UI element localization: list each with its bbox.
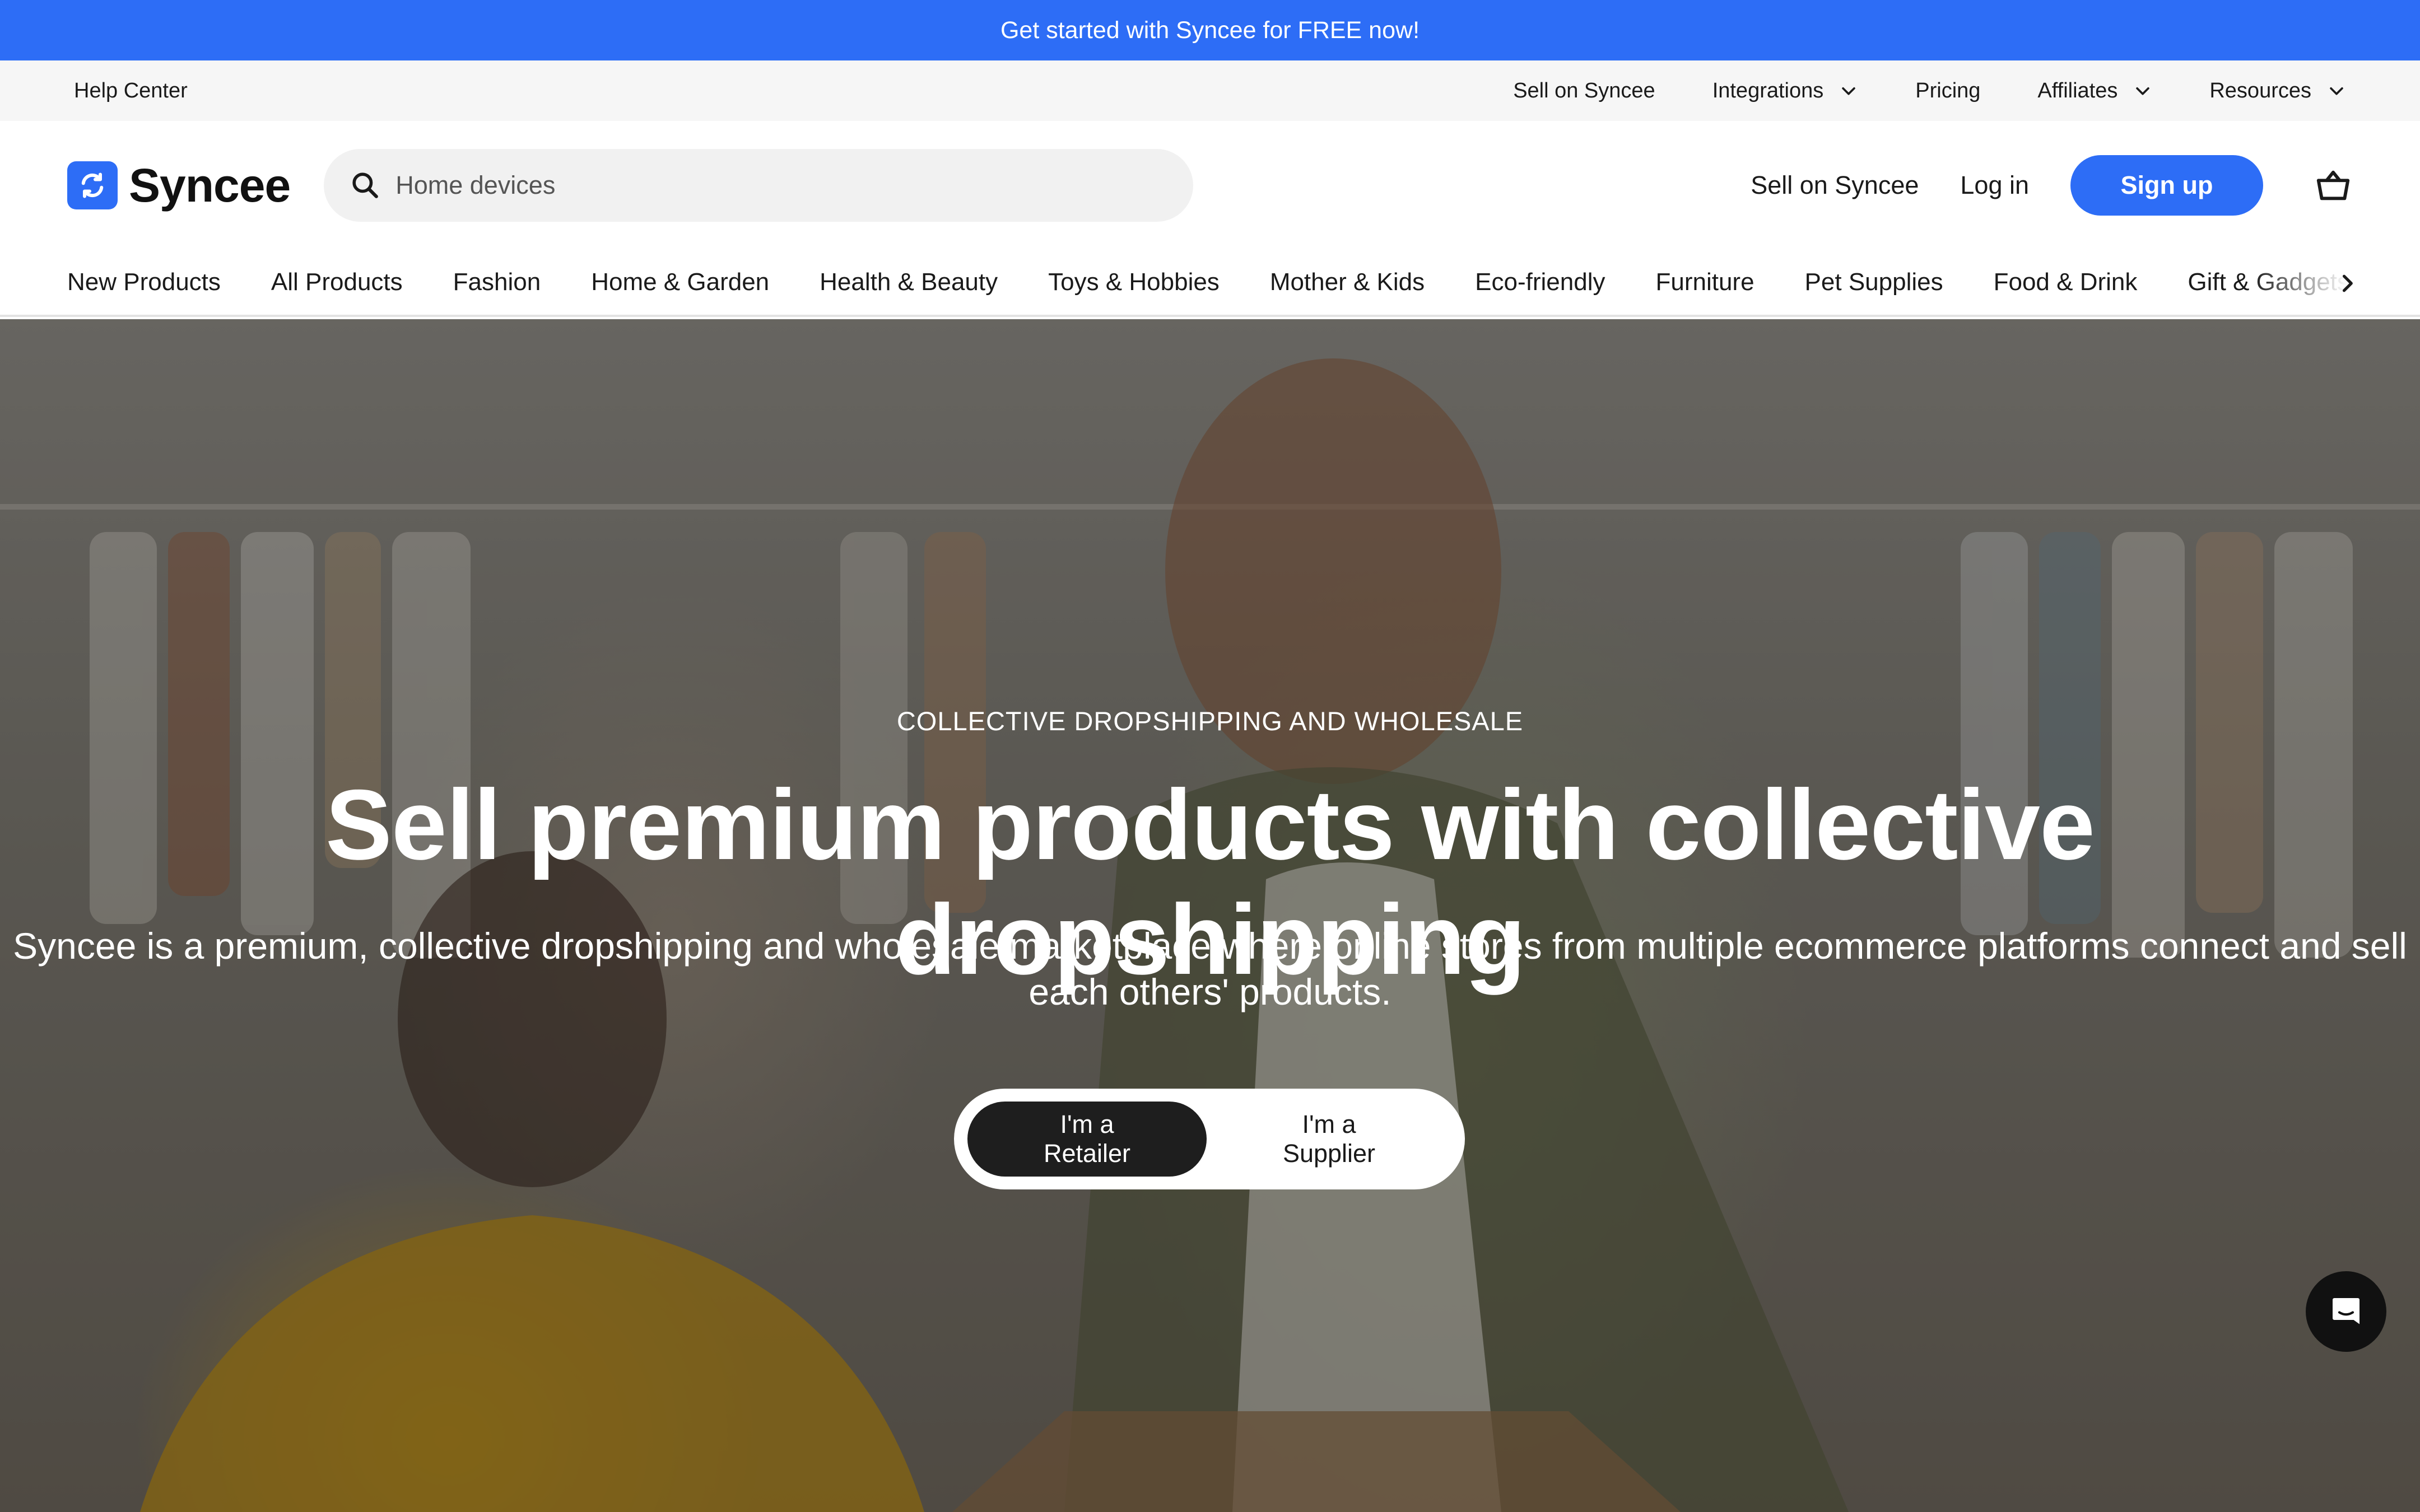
utility-item-label: Sell on Syncee: [1513, 78, 1655, 102]
help-center-link[interactable]: Help Center: [74, 79, 188, 103]
search-bar[interactable]: [324, 149, 1194, 222]
logo-wordmark: Syncee: [129, 158, 291, 212]
supplier-button[interactable]: I'm a Supplier: [1207, 1102, 1451, 1177]
utility-item-label: Resources: [2209, 78, 2311, 102]
promo-text: Get started with Syncee for FREE now!: [1000, 16, 1420, 44]
signup-button[interactable]: Sign up: [2070, 155, 2263, 216]
utility-resources[interactable]: Resources: [2209, 79, 2346, 103]
hero-eyebrow: COLLECTIVE DROPSHIPPING AND WHOLESALE: [896, 706, 1524, 736]
utility-pricing[interactable]: Pricing: [1915, 79, 1980, 103]
search-icon: [352, 172, 379, 198]
category-mother-kids[interactable]: Mother & Kids: [1270, 268, 1425, 296]
header-actions: Sell on Syncee Log in Sign up: [1751, 155, 2353, 216]
sync-logo-icon: [67, 161, 118, 209]
utility-item-label: Affiliates: [2037, 78, 2118, 102]
retailer-button[interactable]: I'm a Retailer: [967, 1102, 1207, 1177]
category-food-drink[interactable]: Food & Drink: [1994, 268, 2138, 296]
chevron-down-icon: [2136, 87, 2150, 95]
syncee-logo[interactable]: Syncee: [67, 158, 291, 213]
hero-subline: Syncee is a premium, collective dropship…: [13, 925, 2407, 1012]
chevron-down-icon: [2330, 87, 2343, 95]
utility-sell-on-syncee[interactable]: Sell on Syncee: [1513, 79, 1655, 103]
category-home-garden[interactable]: Home & Garden: [591, 268, 769, 296]
category-eco-friendly[interactable]: Eco-friendly: [1475, 268, 1605, 296]
utility-item-label: Pricing: [1915, 78, 1981, 102]
category-nav: New Products All Products Fashion Home &…: [0, 250, 2420, 317]
cart-basket-icon[interactable]: [2314, 166, 2353, 205]
category-pet-supplies[interactable]: Pet Supplies: [1805, 268, 1943, 296]
chat-launcher[interactable]: [2306, 1271, 2386, 1352]
category-fashion[interactable]: Fashion: [453, 268, 541, 296]
category-scroll-next[interactable]: [2330, 267, 2364, 300]
role-selector: I'm a Retailer I'm a Supplier: [954, 1089, 1465, 1189]
chevron-down-icon: [1842, 87, 1856, 95]
login-link[interactable]: Log in: [1960, 171, 2029, 200]
chevron-right-icon: [2342, 274, 2353, 292]
sell-on-syncee-link[interactable]: Sell on Syncee: [1751, 171, 1919, 200]
category-new-products[interactable]: New Products: [67, 268, 221, 296]
utility-affiliates[interactable]: Affiliates: [2037, 79, 2152, 103]
category-all-products[interactable]: All Products: [271, 268, 403, 296]
utility-bar: Help Center Sell on Syncee Integrations …: [0, 60, 2420, 121]
category-toys-hobbies[interactable]: Toys & Hobbies: [1048, 268, 1220, 296]
category-furniture[interactable]: Furniture: [1655, 268, 1754, 296]
hero-section: COLLECTIVE DROPSHIPPING AND WHOLESALE Se…: [0, 319, 2420, 1512]
search-input[interactable]: [395, 171, 1124, 200]
chat-icon: [2333, 1298, 2360, 1324]
category-health-beauty[interactable]: Health & Beauty: [820, 268, 998, 296]
utility-item-label: Integrations: [1712, 78, 1824, 102]
promo-banner[interactable]: Get started with Syncee for FREE now!: [0, 0, 2420, 60]
utility-integrations[interactable]: Integrations: [1712, 79, 1859, 103]
main-header: Syncee Sell on Syncee Log in Sign up: [0, 121, 2420, 250]
